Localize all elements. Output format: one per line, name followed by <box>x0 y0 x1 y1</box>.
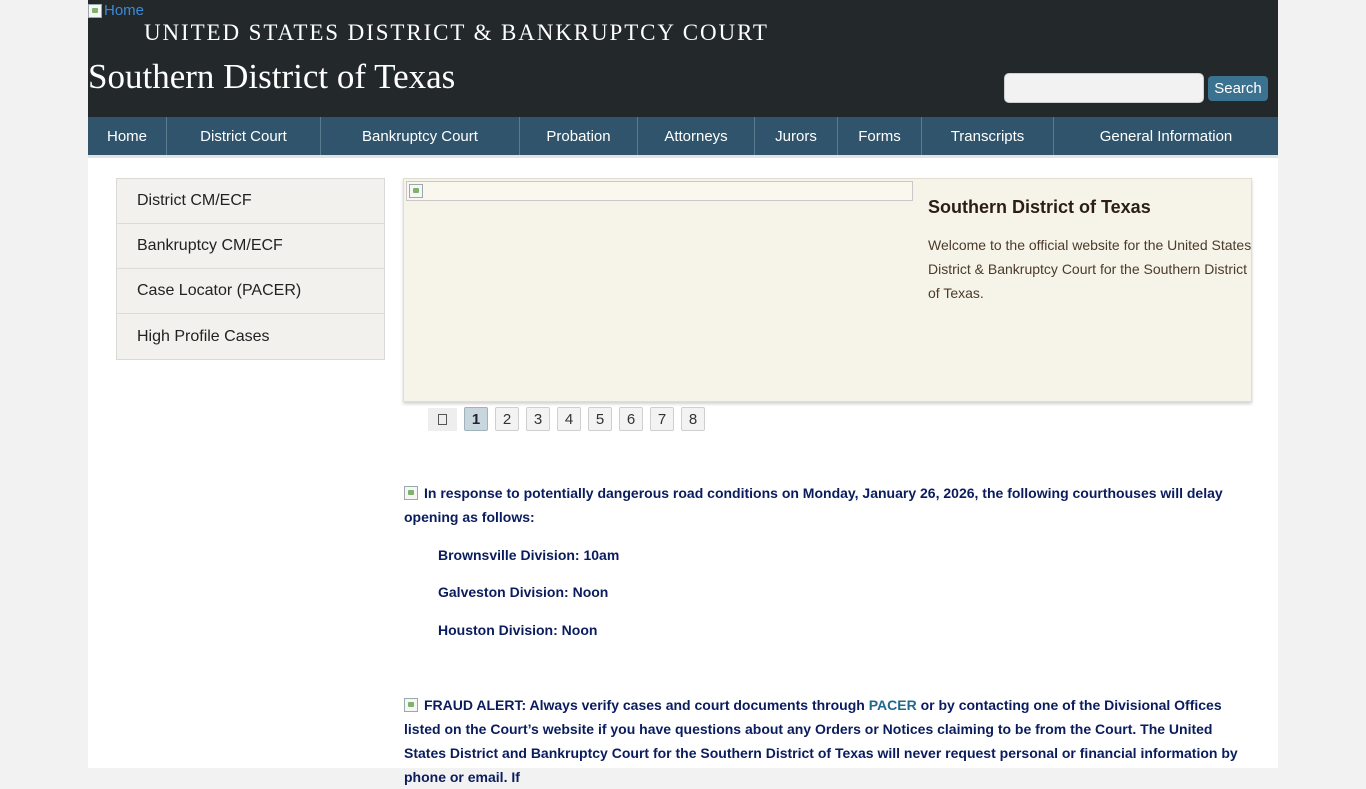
search-input[interactable] <box>1004 73 1204 103</box>
search-button[interactable]: Search <box>1208 76 1268 101</box>
nav-bankruptcy-court[interactable]: Bankruptcy Court <box>321 117 520 155</box>
pager-page-1[interactable]: 1 <box>464 407 488 431</box>
page: Home UNITED STATES DISTRICT & BANKRUPTCY… <box>88 0 1278 785</box>
division-galveston: Galveston Division: Noon <box>438 584 609 600</box>
pager-page-2[interactable]: 2 <box>495 407 519 431</box>
featured-slider: Southern District of Texas Welcome to th… <box>403 178 1252 402</box>
pager-page-7[interactable]: 7 <box>650 407 674 431</box>
nav-general-information[interactable]: General Information <box>1054 117 1278 155</box>
slide-image[interactable] <box>406 181 913 201</box>
pager-page-3[interactable]: 3 <box>526 407 550 431</box>
home-logo-link[interactable]: Home <box>88 2 144 19</box>
slide-title: Southern District of Texas <box>928 197 1151 217</box>
division-brownsville: Brownsville Division: 10am <box>438 547 620 563</box>
sidebar-item-district-cmecf[interactable]: District CM/ECF <box>117 179 384 224</box>
broken-image-icon <box>409 184 423 198</box>
fraud-alert-notice: FRAUD ALERT: Always verify cases and cou… <box>404 693 1254 789</box>
sidebar-item-bankruptcy-cmecf[interactable]: Bankruptcy CM/ECF <box>117 224 384 269</box>
weather-notice: In response to potentially dangerous roa… <box>404 481 1254 529</box>
fraud-alert-text-start: FRAUD ALERT: Always verify cases and cou… <box>424 697 869 713</box>
nav-jurors[interactable]: Jurors <box>755 117 838 155</box>
nav-forms[interactable]: Forms <box>838 117 922 155</box>
weather-notice-text: In response to potentially dangerous roa… <box>404 485 1223 525</box>
district-name: Southern District of Texas <box>88 57 456 96</box>
nav-transcripts[interactable]: Transcripts <box>922 117 1054 155</box>
notice-image-icon <box>404 486 418 500</box>
nav-district-court[interactable]: District Court <box>167 117 321 155</box>
pager-page-8[interactable]: 8 <box>681 407 705 431</box>
nav-attorneys[interactable]: Attorneys <box>638 117 755 155</box>
pager-page-4[interactable]: 4 <box>557 407 581 431</box>
pacer-link[interactable]: PACER <box>869 697 917 713</box>
main-nav: Home District Court Bankruptcy Court Pro… <box>88 117 1278 155</box>
nav-home[interactable]: Home <box>88 117 167 155</box>
pause-glyph <box>438 413 447 425</box>
home-logo-alt-text: Home <box>104 2 145 19</box>
broken-image-icon <box>88 3 102 18</box>
notice-image-icon <box>404 698 418 712</box>
sidebar-menu: District CM/ECF Bankruptcy CM/ECF Case L… <box>116 178 385 360</box>
slider-pager: 1 2 3 4 5 6 7 8 <box>428 407 712 431</box>
nav-probation[interactable]: Probation <box>520 117 638 155</box>
site-header: Home UNITED STATES DISTRICT & BANKRUPTCY… <box>88 0 1278 117</box>
slide-text: Welcome to the official website for the … <box>928 237 1252 301</box>
nav-divider <box>88 155 1278 158</box>
court-name: UNITED STATES DISTRICT & BANKRUPTCY COUR… <box>144 20 769 45</box>
division-houston: Houston Division: Noon <box>438 622 598 638</box>
sidebar-item-case-locator[interactable]: Case Locator (PACER) <box>117 269 384 314</box>
pager-page-5[interactable]: 5 <box>588 407 612 431</box>
sidebar-item-high-profile-cases[interactable]: High Profile Cases <box>117 314 384 359</box>
pager-page-6[interactable]: 6 <box>619 407 643 431</box>
pause-icon[interactable] <box>428 407 457 431</box>
